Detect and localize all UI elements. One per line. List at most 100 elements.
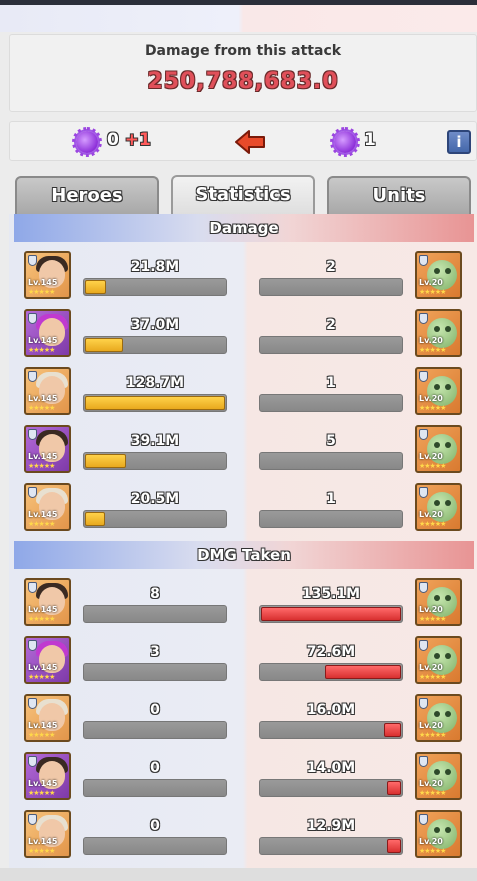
top-bar	[0, 0, 477, 32]
unit-bar	[259, 336, 403, 354]
zombie-eye	[434, 653, 440, 659]
unit-bar	[259, 394, 403, 412]
unit-bar-fill	[387, 839, 401, 853]
hero-portrait: Lv.145 ★★★★★	[24, 636, 71, 684]
unit-bar	[259, 837, 403, 855]
unit-bar	[259, 663, 403, 681]
attacker-score: 0 +1	[107, 130, 151, 150]
zombie-eye	[445, 326, 451, 332]
zombie-eye	[445, 711, 451, 717]
level-label: Lv.20	[419, 452, 443, 461]
zombie-eye	[445, 595, 451, 601]
level-label: Lv.145	[28, 837, 58, 846]
zombie-eye	[434, 595, 440, 601]
star-rating: ★★★★★	[419, 346, 446, 354]
shield-icon	[419, 371, 428, 382]
level-label: Lv.20	[419, 394, 443, 403]
unit-portrait: Lv.20 ★★★★★	[415, 309, 462, 357]
hero-value: 128.7M	[125, 375, 185, 391]
hero-value: 0	[150, 760, 160, 776]
shield-icon	[419, 487, 428, 498]
star-rating: ★★★★★	[419, 462, 446, 470]
level-label: Lv.145	[28, 394, 58, 403]
shield-icon	[28, 756, 37, 767]
zombie-eye	[445, 384, 451, 390]
zombie-eye	[434, 711, 440, 717]
unit-bar	[259, 510, 403, 528]
unit-value: 5	[326, 433, 336, 449]
star-rating: ★★★★★	[419, 404, 446, 412]
unit-portrait: Lv.20 ★★★★★	[415, 810, 462, 858]
hero-bar	[83, 837, 227, 855]
unit-value: 1	[326, 375, 336, 391]
hero-portrait: Lv.145 ★★★★★	[24, 483, 71, 531]
hero-value: 3	[150, 644, 160, 660]
unit-portrait: Lv.20 ★★★★★	[415, 578, 462, 626]
hero-bar	[83, 510, 227, 528]
hero-bar	[83, 452, 227, 470]
hero-bar-fill	[85, 454, 126, 468]
shield-icon	[419, 429, 428, 440]
shield-icon	[419, 698, 428, 709]
damage-summary-panel: Damage from this attack 250,788,683.0	[9, 34, 477, 112]
level-label: Lv.20	[419, 779, 443, 788]
zombie-eye	[434, 268, 440, 274]
star-rating: ★★★★★	[28, 615, 55, 623]
shield-icon	[419, 313, 428, 324]
star-rating: ★★★★★	[28, 346, 55, 354]
dmg-taken-section-header: DMG Taken	[14, 541, 474, 569]
star-rating: ★★★★★	[28, 673, 55, 681]
info-button[interactable]: i	[447, 130, 471, 154]
shield-icon	[28, 814, 37, 825]
level-label: Lv.145	[28, 779, 58, 788]
level-label: Lv.20	[419, 663, 443, 672]
hero-value: 0	[150, 818, 160, 834]
unit-bar-fill	[325, 665, 401, 679]
star-rating: ★★★★★	[28, 731, 55, 739]
star-rating: ★★★★★	[419, 520, 446, 528]
star-rating: ★★★★★	[28, 404, 55, 412]
unit-value: 2	[326, 259, 336, 275]
hero-bar	[83, 721, 227, 739]
unit-bar-fill	[387, 781, 401, 795]
hero-bar	[83, 605, 227, 623]
zombie-eye	[434, 827, 440, 833]
hero-portrait: Lv.145 ★★★★★	[24, 425, 71, 473]
zombie-eye	[445, 769, 451, 775]
hero-bar	[83, 663, 227, 681]
unit-value: 12.9M	[306, 818, 356, 834]
attacker-score-value: 0	[107, 130, 119, 150]
zombie-eye	[445, 827, 451, 833]
virus-icon	[330, 127, 360, 157]
hero-bar-fill	[85, 512, 105, 526]
hero-bar-fill	[85, 338, 123, 352]
shield-icon	[28, 255, 37, 266]
star-rating: ★★★★★	[419, 847, 446, 855]
level-label: Lv.20	[419, 721, 443, 730]
hero-value: 8	[150, 586, 160, 602]
tab-heroes[interactable]: Heroes	[15, 176, 159, 214]
damage-total-value: 250,788,683.0	[147, 69, 339, 94]
hero-bar-fill	[85, 280, 106, 294]
level-label: Lv.145	[28, 721, 58, 730]
tab-units[interactable]: Units	[327, 176, 471, 214]
unit-value: 16.0M	[306, 702, 356, 718]
hero-bar	[83, 394, 227, 412]
unit-bar	[259, 721, 403, 739]
zombie-eye	[434, 769, 440, 775]
shield-icon	[28, 698, 37, 709]
zombie-eye	[434, 384, 440, 390]
star-rating: ★★★★★	[28, 789, 55, 797]
level-label: Lv.145	[28, 663, 58, 672]
shield-icon	[419, 640, 428, 651]
level-label: Lv.145	[28, 452, 58, 461]
level-label: Lv.145	[28, 510, 58, 519]
level-label: Lv.20	[419, 510, 443, 519]
hero-bar	[83, 278, 227, 296]
shield-icon	[419, 255, 428, 266]
unit-value: 72.6M	[306, 644, 356, 660]
hero-bar	[83, 779, 227, 797]
tab-statistics[interactable]: Statistics	[171, 175, 315, 215]
unit-value: 135.1M	[301, 586, 361, 602]
unit-value: 14.0M	[306, 760, 356, 776]
